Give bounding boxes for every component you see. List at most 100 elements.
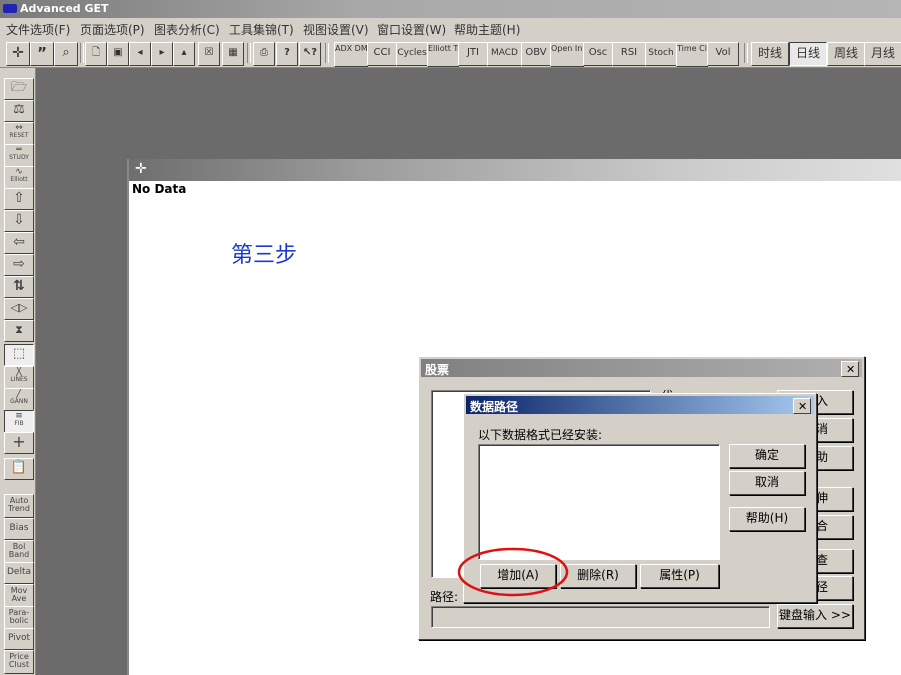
arrows-icon: ⇔ (15, 123, 23, 133)
document-icon: 🗋 (91, 47, 101, 58)
save-button[interactable]: ▣ (107, 42, 129, 66)
period-daily-button[interactable]: 日线 (789, 42, 827, 66)
arrow-left-icon: ⇦ (13, 234, 25, 250)
arrow-right-button[interactable]: ⇨ (4, 254, 34, 276)
indicator-macd-button[interactable]: MACD (487, 42, 522, 66)
magnifier-icon: ⌕ (62, 45, 70, 60)
menu-help[interactable]: 帮助主题(H) (454, 21, 520, 38)
clipboard-button[interactable]: 📋 (4, 458, 34, 480)
period-monthly-button[interactable]: 月线 (864, 42, 901, 66)
swap-button[interactable]: ⇅ (4, 276, 34, 298)
reset-button[interactable]: ⇔ RESET (4, 122, 34, 145)
indicator-rsi-button[interactable]: RSI (612, 42, 646, 66)
balance-icon: ⚖ (13, 102, 25, 117)
toolbar-separator (247, 43, 251, 63)
grid-tool-button[interactable]: ☒ (198, 42, 220, 66)
stock-dialog-close-button[interactable]: ✕ (841, 361, 859, 377)
study-bol-band-button[interactable]: Bol Band (4, 540, 34, 564)
balance-button[interactable]: ⚖ (4, 100, 34, 122)
toolbar-separator (744, 43, 748, 63)
study-icon: ═ (16, 145, 22, 155)
help-button[interactable]: ? (276, 42, 298, 66)
lines-button[interactable]: ╳ LINES (4, 366, 34, 389)
indicator-stoch-button[interactable]: Stoch (645, 42, 677, 66)
study-parabolic-button[interactable]: Para-bolic (4, 606, 34, 630)
expand-vertical-button[interactable]: ⧗ (4, 320, 34, 342)
step-annotation: 第三步 (231, 243, 298, 268)
save-icon: ▣ (113, 47, 123, 58)
menu-bar: 文件选项(F) 页面选项(P) 图表分析(C) 工具集锦(T) 视图设置(V) … (0, 18, 901, 38)
page-up-button[interactable]: ▴ (173, 42, 195, 66)
arrow-down-button[interactable]: ⇩ (4, 210, 34, 232)
app-title: Advanced GET (20, 2, 109, 15)
cancel-button[interactable]: 取消 (729, 471, 805, 495)
period-hourly-button[interactable]: 时线 (751, 42, 789, 66)
page-forward-button[interactable]: ▸ (151, 42, 173, 66)
indicator-time-clust-button[interactable]: Time Clust (676, 42, 708, 67)
indicator-elliott-button[interactable]: Elliott Trng (427, 42, 459, 67)
box-select-button[interactable]: ⬚ (4, 344, 34, 366)
crosshair-button[interactable]: + (4, 432, 34, 454)
fib-button[interactable]: ≡ FIB (4, 410, 34, 433)
arrow-left-button[interactable]: ⇦ (4, 232, 34, 254)
study-button[interactable]: ═ STUDY (4, 144, 34, 167)
quote-tool-button[interactable]: ” (30, 42, 54, 66)
keyboard-input-button[interactable]: 键盘输入 >> (777, 604, 853, 628)
indicator-open-int-button[interactable]: Open Int (550, 42, 584, 67)
new-page-button[interactable]: 🗋 (85, 42, 107, 66)
menu-page[interactable]: 页面选项(P) (80, 21, 145, 38)
highlight-ellipse (457, 547, 569, 597)
dotted-box-icon: ⬚ (12, 346, 26, 361)
ok-button[interactable]: 确定 (729, 444, 805, 468)
indicator-cycles-button[interactable]: Cycles (396, 42, 428, 66)
menu-view[interactable]: 视图设置(V) (303, 21, 369, 38)
installed-formats-list[interactable] (478, 444, 720, 560)
indicator-adx-dmi-button[interactable]: ADX DMI (334, 42, 368, 67)
layout-icon: ▦ (228, 47, 238, 58)
chart-title-bar: ✛ (129, 159, 901, 181)
elliott-button[interactable]: ∿ Elliott (4, 166, 34, 189)
close-icon: ✕ (846, 363, 856, 376)
arrow-up-icon: ⇧ (13, 190, 25, 206)
indicator-vol-button[interactable]: Vol (707, 42, 739, 66)
study-bias-button[interactable]: Bias (4, 518, 34, 540)
layout-button[interactable]: ▦ (222, 42, 244, 66)
print-button[interactable]: ⎙ (253, 42, 275, 66)
period-weekly-button[interactable]: 周线 (827, 42, 865, 66)
data-path-dialog-title-bar: 数据路径 ✕ (466, 396, 814, 414)
stock-import-label: 入 (815, 394, 828, 408)
menu-file[interactable]: 文件选项(F) (6, 21, 70, 38)
app-logo-icon (3, 4, 17, 13)
study-price-clust-button[interactable]: Price Clust (4, 650, 34, 674)
indicator-osc-button[interactable]: Osc (583, 42, 613, 66)
expand-horizontal-button[interactable]: ◁▷ (4, 298, 34, 320)
page-back-button[interactable]: ◂ (129, 42, 151, 66)
indicator-jti-button[interactable]: JTI (458, 42, 488, 66)
gann-button[interactable]: ╱ GANN (4, 388, 34, 411)
stock-help-label: 助 (815, 450, 828, 464)
arrow-down-icon: ⇩ (13, 212, 25, 228)
main-toolbar: ✛ ” ⌕ 🗋 ▣ ◂ ▸ ▴ ☒ ▦ ⎙ ? ↖? ADX DMI CCI C… (0, 38, 901, 68)
menu-window[interactable]: 窗口设置(W) (377, 21, 446, 38)
help-button[interactable]: 帮助(H) (729, 507, 805, 531)
arrow-up-button[interactable]: ⇧ (4, 188, 34, 210)
menu-tools[interactable]: 工具集锦(T) (229, 21, 294, 38)
page-forward-icon: ▸ (159, 47, 165, 58)
path-field[interactable] (431, 606, 770, 628)
study-delta-button[interactable]: Delta (4, 562, 34, 584)
data-path-dialog-close-button[interactable]: ✕ (793, 398, 811, 414)
toolbar-separator (80, 43, 84, 63)
menu-chart-analysis[interactable]: 图表分析(C) (154, 21, 220, 38)
grid-x-icon: ☒ (204, 47, 214, 58)
app-title-bar: Advanced GET (0, 0, 901, 18)
study-auto-trend-button[interactable]: Auto Trend (4, 494, 34, 518)
properties-button[interactable]: 属性(P) (640, 564, 719, 588)
study-mov-ave-button[interactable]: Mov Ave (4, 584, 34, 608)
context-help-button[interactable]: ↖? (299, 42, 321, 66)
indicator-cci-button[interactable]: CCI (367, 42, 397, 66)
zoom-button[interactable]: ⌕ (54, 42, 78, 66)
study-pivot-button[interactable]: Pivot (4, 628, 34, 650)
cursor-tool-button[interactable]: ✛ (6, 42, 30, 66)
indicator-obv-button[interactable]: OBV (521, 42, 551, 66)
open-folder-button[interactable]: 🗁 (4, 78, 34, 100)
